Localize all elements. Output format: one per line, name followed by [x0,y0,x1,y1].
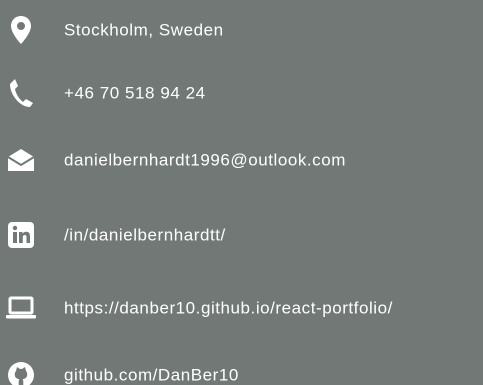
linkedin-icon [5,219,37,251]
phone-link[interactable]: +46 70 518 94 24 [64,85,206,102]
location-text: Stockholm, Sweden [64,20,224,40]
contact-row-location: Stockholm, Sweden [0,10,483,50]
website-link[interactable]: https://danber10.github.io/react-portfol… [64,300,393,317]
phone-icon [5,77,37,109]
email-link[interactable]: danielbernhardt1996@outlook.com [64,152,346,169]
contact-row-phone: +46 70 518 94 24 [0,73,483,113]
contact-row-linkedin: /in/danielbernhardtt/ [0,215,483,255]
laptop-icon [5,292,37,324]
envelope-icon [5,144,37,176]
github-link[interactable]: github.com/DanBer10 [64,367,239,384]
contact-row-email: danielbernhardt1996@outlook.com [0,140,483,180]
map-pin-icon [5,14,37,46]
contact-list: Stockholm, Sweden +46 70 518 94 24 danie… [0,0,483,385]
contact-row-github: github.com/DanBer10 [0,355,483,385]
github-icon [5,359,37,385]
contact-row-website: https://danber10.github.io/react-portfol… [0,288,483,328]
linkedin-link[interactable]: /in/danielbernhardtt/ [64,227,226,244]
